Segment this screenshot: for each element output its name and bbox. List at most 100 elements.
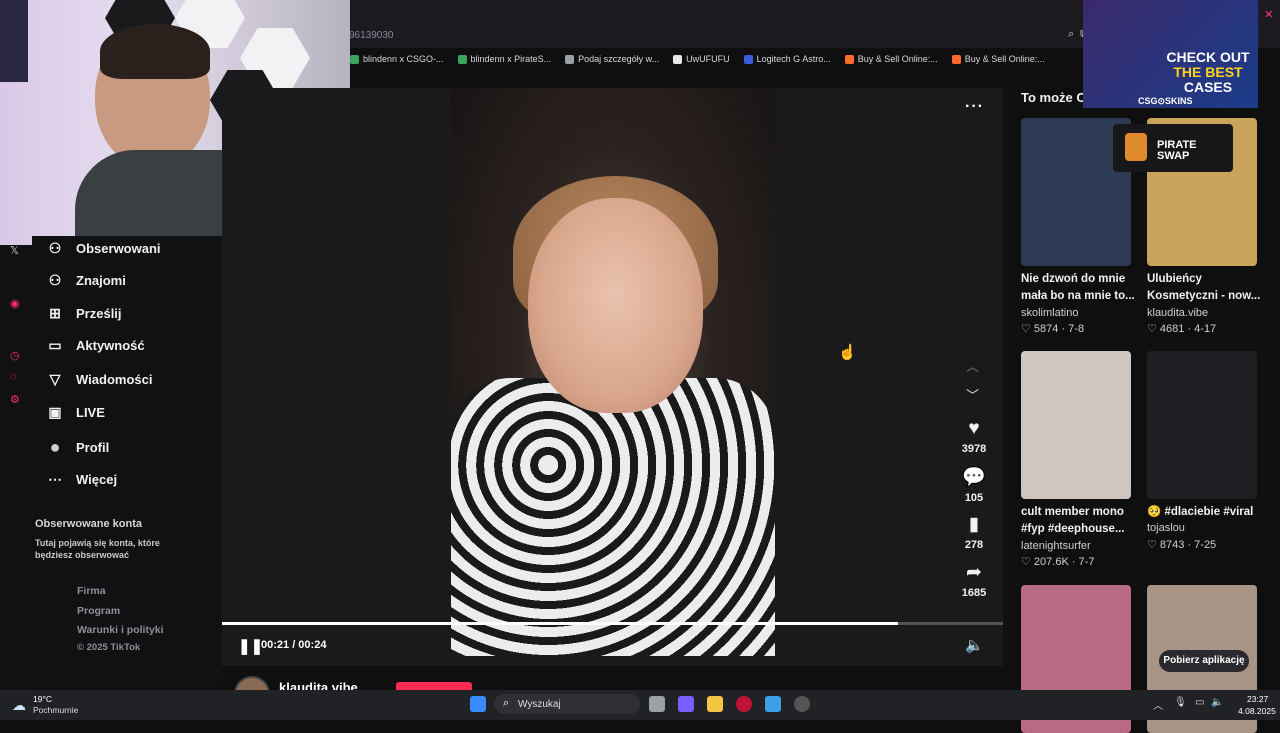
next-video-icon[interactable]: ﹀ [966, 385, 979, 404]
recommended-video-title[interactable]: cult member mono #fyp #deephouse... [1021, 504, 1143, 538]
bookmark-favicon-icon [844, 54, 854, 64]
bookmark-label: UwUFUFU [686, 54, 730, 64]
sidebar [32, 236, 222, 686]
footer-link-company[interactable]: Firma [77, 585, 106, 597]
profile-icon: ● [49, 437, 61, 457]
address-bar[interactable]: 96139030 [349, 30, 394, 41]
bookmark-item[interactable]: UwUFUFU [673, 54, 730, 64]
comment-button[interactable]: 💬 105 [955, 465, 993, 504]
speaker-icon[interactable]: 🔈 [1211, 697, 1223, 708]
bookmark-icon: ▮ [968, 514, 980, 535]
like-button[interactable]: ♥ 3978 [955, 418, 993, 455]
tray-arrow-icon[interactable]: ︿ [1153, 697, 1163, 712]
recommended-video-title[interactable]: Nie dzwoń do mnie mała bo na mnie to... [1021, 271, 1143, 305]
sidebar-item-label: Obserwowani [76, 241, 161, 256]
cloud-icon[interactable]: ☁ [12, 697, 26, 714]
more-icon: ⋯ [48, 471, 62, 487]
opera-gx-icon[interactable] [736, 696, 752, 712]
bookmark-item[interactable]: blindenn x CSGO-... [350, 54, 444, 64]
bookmark-favicon-icon [743, 54, 753, 64]
sidebar-item-label: LIVE [76, 405, 105, 420]
app-icon[interactable] [794, 696, 810, 712]
weather-temp: 19°C [33, 694, 52, 704]
sidebar-item-7[interactable]: ● Profil [46, 437, 110, 458]
pause-icon[interactable]: ❚❚ [238, 637, 263, 655]
copilot-icon[interactable] [678, 696, 694, 712]
recommended-video-thumb[interactable] [1021, 351, 1131, 499]
recommended-video-title[interactable]: Ulubieńcy Kosmetyczni - now... [1147, 271, 1269, 305]
pirate-logo-icon [1125, 133, 1147, 161]
save-button[interactable]: ▮ 278 [955, 513, 993, 551]
messages-icon: ▽ [49, 371, 61, 387]
weather-desc: Pochmurnie [33, 705, 79, 715]
cases-ad-text: CHECK OUT THE BEST CASES [1160, 50, 1256, 95]
share-button[interactable]: ➦ 1685 [955, 561, 993, 599]
store-icon[interactable] [765, 696, 781, 712]
previous-video-icon[interactable]: ︿ [966, 356, 979, 375]
file-explorer-icon[interactable] [707, 696, 723, 712]
recommended-video-author[interactable]: skolimlatino [1021, 307, 1078, 319]
followers-icon: ⚇ [48, 240, 62, 256]
settings-icon[interactable]: ⚙ [10, 393, 20, 406]
task-view-icon[interactable] [649, 696, 665, 712]
sidebar-item-1[interactable]: ⚇ Obserwowani [46, 240, 161, 257]
volume-icon[interactable]: 🔈 [965, 636, 984, 654]
share-icon: ➦ [966, 562, 982, 583]
mic-icon[interactable]: 🎙 [1174, 697, 1187, 708]
recommended-video-thumb[interactable] [1147, 351, 1257, 499]
sidebar-item-5[interactable]: ▽ Wiadomości [46, 371, 153, 388]
bookmark-favicon-icon [350, 54, 359, 64]
footer-link-program[interactable]: Program [77, 605, 120, 617]
get-app-button[interactable]: Pobierz aplikację [1159, 650, 1249, 672]
bookmark-item[interactable]: blindenn x PirateS... [457, 54, 551, 64]
network-icon[interactable]: ▭ [1195, 697, 1204, 708]
sidebar-item-8[interactable]: ⋯ Więcej [46, 471, 117, 488]
footer-link-terms[interactable]: Warunki i polityki [77, 624, 164, 636]
cases-ad-line2: THE BEST [1173, 64, 1243, 80]
live-icon: ▣ [48, 404, 62, 420]
bookmark-item[interactable]: Logitech G Astro... [743, 54, 831, 64]
sidebar-item-label: Aktywność [76, 338, 145, 353]
recommended-video-author[interactable]: tojaslou [1147, 522, 1185, 534]
video-frame[interactable] [451, 88, 775, 656]
bookmark-label: Podaj szczegóły w... [578, 54, 660, 64]
bookmarks-bar: blindenn x CSGO-... blindenn x PirateS...… [350, 48, 1070, 70]
recommended-video-stats: ♡ 8743 · 7-25 [1147, 539, 1217, 551]
sidebar-item-label: Znajomi [76, 273, 126, 288]
x-icon[interactable]: 𝕏 [10, 244, 19, 257]
taskbar [0, 690, 1280, 720]
recommended-video-stats: ♡ 207.6K · 7-7 [1021, 556, 1095, 568]
bookmark-favicon-icon [673, 54, 683, 64]
activity-icon: ▭ [48, 337, 62, 353]
comment-icon: 💬 [962, 467, 986, 488]
sidebar-item-4[interactable]: ▭ Aktywność [46, 337, 145, 354]
bookmark-item[interactable]: Buy & Sell Online:... [844, 54, 938, 64]
like-count: 3978 [961, 443, 987, 455]
recommended-video-author[interactable]: latenightsurfer [1021, 540, 1091, 552]
clock-time: 23:27 [1247, 694, 1269, 704]
recommended-video-author[interactable]: klaudita.vibe [1147, 307, 1208, 319]
more-options-icon[interactable]: ··· [965, 98, 984, 116]
video-time: 00:21 / 00:24 [261, 639, 327, 651]
browser-sidebar-rail [0, 245, 32, 690]
history-icon[interactable]: ◷ [10, 349, 20, 362]
cases-ad-brand: CSG⊙SKINS [1138, 96, 1193, 106]
cases-ad-line1: CHECK OUT [1166, 49, 1250, 65]
windows-start-icon[interactable] [470, 696, 486, 712]
bookmark-item[interactable]: Buy & Sell Online:... [951, 54, 1045, 64]
sidebar-item-2[interactable]: ⚇ Znajomi [46, 272, 126, 289]
footer-copyright: © 2025 TikTok [77, 642, 141, 653]
chat-icon[interactable]: ◌ [10, 371, 17, 383]
close-icon[interactable]: ✕ [1264, 8, 1273, 21]
cases-ad-line3: CASES [1183, 79, 1233, 95]
record-icon[interactable]: ◉ [10, 297, 20, 310]
sidebar-item-6[interactable]: ▣ LIVE [46, 404, 105, 421]
taskbar-search[interactable] [494, 694, 640, 714]
bookmark-label: blindenn x CSGO-... [363, 54, 444, 64]
bookmark-favicon-icon [565, 54, 575, 64]
zoom-icon[interactable]: ⌕ [1068, 28, 1074, 41]
recommended-video-title[interactable]: 🥺 #dlaciebie #viral [1147, 504, 1269, 521]
bookmark-item[interactable]: Podaj szczegóły w... [565, 54, 659, 64]
friends-icon: ⚇ [48, 272, 62, 288]
sidebar-item-3[interactable]: ⊞ Prześlij [46, 305, 121, 322]
